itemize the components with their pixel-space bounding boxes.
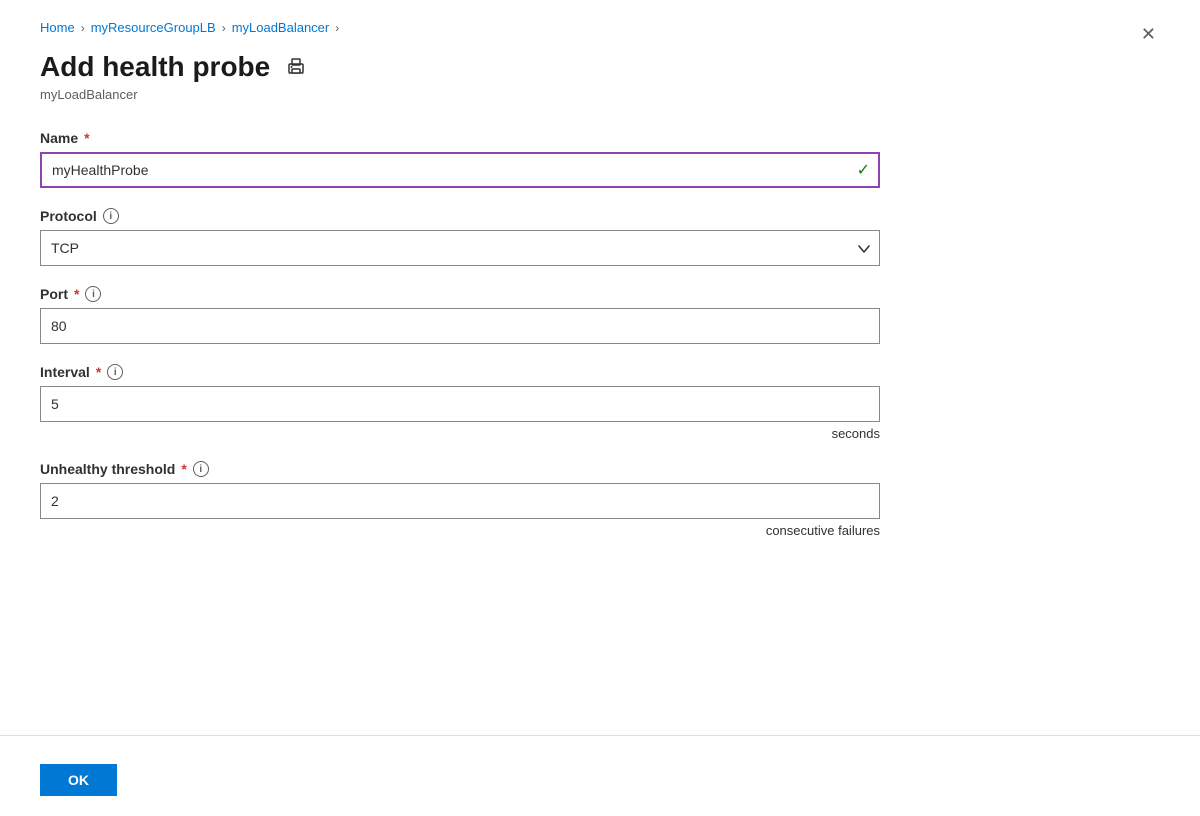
breadcrumb-sep-1: › (81, 21, 85, 35)
interval-required-star: * (96, 364, 101, 380)
bottom-divider (0, 735, 1200, 736)
subtitle: myLoadBalancer (40, 87, 1160, 102)
protocol-info-icon: i (103, 208, 119, 224)
breadcrumb-home[interactable]: Home (40, 20, 75, 35)
interval-field-group: Interval * i seconds (40, 364, 1160, 441)
breadcrumb-sep-3: › (335, 21, 339, 35)
unhealthy-threshold-required-star: * (181, 461, 186, 477)
interval-info-icon: i (107, 364, 123, 380)
interval-label: Interval * i (40, 364, 1160, 380)
breadcrumb-load-balancer[interactable]: myLoadBalancer (232, 20, 330, 35)
name-input-wrapper: ✓ (40, 152, 880, 188)
footer: OK (40, 764, 117, 796)
interval-suffix: seconds (40, 426, 880, 441)
print-icon (286, 57, 306, 77)
unhealthy-threshold-info-icon: i (193, 461, 209, 477)
breadcrumb-sep-2: › (222, 21, 226, 35)
port-info-icon: i (85, 286, 101, 302)
port-required-star: * (74, 286, 79, 302)
print-button[interactable] (282, 53, 310, 81)
page-header: Add health probe (40, 51, 1160, 83)
breadcrumb: Home › myResourceGroupLB › myLoadBalance… (40, 20, 1160, 35)
port-label: Port * i (40, 286, 1160, 302)
name-label: Name * (40, 130, 1160, 146)
port-field-group: Port * i (40, 286, 1160, 344)
protocol-select[interactable]: TCP HTTP HTTPS (40, 230, 880, 266)
close-button[interactable]: ✕ (1137, 20, 1160, 49)
breadcrumb-resource-group[interactable]: myResourceGroupLB (91, 20, 216, 35)
page-title: Add health probe (40, 51, 270, 83)
name-input[interactable] (40, 152, 880, 188)
protocol-select-wrapper: TCP HTTP HTTPS (40, 230, 880, 266)
unhealthy-threshold-suffix: consecutive failures (40, 523, 880, 538)
unhealthy-threshold-input[interactable] (40, 483, 880, 519)
page-container: Home › myResourceGroupLB › myLoadBalance… (0, 0, 1200, 816)
name-field-group: Name * ✓ (40, 130, 1160, 188)
protocol-field-group: Protocol i TCP HTTP HTTPS (40, 208, 1160, 266)
ok-button[interactable]: OK (40, 764, 117, 796)
unhealthy-threshold-field-group: Unhealthy threshold * i consecutive fail… (40, 461, 1160, 538)
name-check-icon: ✓ (857, 160, 870, 180)
port-input[interactable] (40, 308, 880, 344)
name-required-star: * (84, 130, 89, 146)
unhealthy-threshold-label: Unhealthy threshold * i (40, 461, 1160, 477)
interval-input[interactable] (40, 386, 880, 422)
protocol-label: Protocol i (40, 208, 1160, 224)
